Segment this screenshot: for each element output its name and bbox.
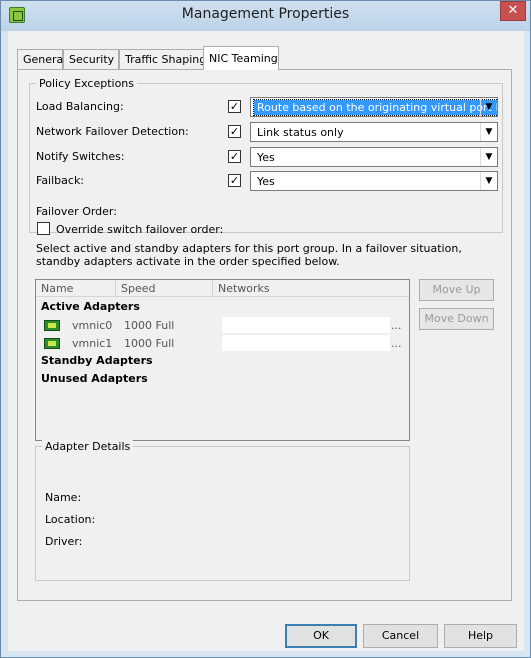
notify-switches-label: Notify Switches: <box>36 150 125 163</box>
failback-select[interactable]: Yes ▼ <box>250 171 498 191</box>
load-balancing-select[interactable]: Route based on the originating virtual p… <box>250 97 498 117</box>
override-failover-label: Override switch failover order: <box>56 223 224 236</box>
standby-adapters-heading: Standby Adapters <box>41 354 153 367</box>
policy-exceptions-title: Policy Exceptions <box>36 77 138 90</box>
column-header-speed[interactable]: Speed <box>116 280 213 297</box>
cancel-button[interactable]: Cancel <box>363 624 438 648</box>
chevron-down-icon[interactable]: ▼ <box>480 123 497 141</box>
adapter-name: vmnic1 <box>72 337 113 350</box>
tab-nic-teaming[interactable]: NIC Teaming <box>203 46 279 70</box>
notify-switches-checkbox[interactable]: ✓ <box>228 150 241 163</box>
network-failover-detection-checkbox[interactable]: ✓ <box>228 125 241 138</box>
failback-label: Failback: <box>36 174 85 187</box>
adapter-row[interactable]: vmnic0 1000 Full ... <box>36 317 409 335</box>
adapter-name: vmnic0 <box>72 319 113 332</box>
redacted-block <box>222 317 390 333</box>
network-failover-detection-label: Network Failover Detection: <box>36 125 189 138</box>
failback-checkbox[interactable]: ✓ <box>228 174 241 187</box>
adapter-networks: ... <box>391 337 402 350</box>
network-failover-detection-value: Link status only <box>257 126 344 139</box>
detail-name-label: Name: <box>45 491 82 504</box>
chevron-down-icon[interactable]: ▼ <box>480 98 497 116</box>
close-button[interactable]: ✕ <box>500 1 526 21</box>
adapter-details-title: Adapter Details <box>42 440 134 453</box>
failback-value: Yes <box>257 175 275 188</box>
column-header-networks[interactable]: Networks <box>213 280 410 297</box>
column-header-name[interactable]: Name <box>36 280 116 297</box>
load-balancing-value: Route based on the originating virtual p… <box>252 99 497 116</box>
detail-location-label: Location: <box>45 513 96 526</box>
adapter-speed: 1000 Full <box>124 319 175 332</box>
detail-driver-label: Driver: <box>45 535 83 548</box>
ok-button[interactable]: OK <box>285 624 357 648</box>
title-bar[interactable]: Management Properties ✕ <box>1 1 530 31</box>
adapter-list-header: Name Speed Networks <box>36 280 409 297</box>
network-adapter-icon <box>44 320 60 331</box>
failover-order-label: Failover Order: <box>36 205 117 218</box>
redacted-block <box>222 335 390 351</box>
nic-teaming-panel: Policy Exceptions Load Balancing: ✓ Rout… <box>17 69 512 601</box>
adapter-networks: ... <box>391 319 402 332</box>
window-title: Management Properties <box>181 6 350 22</box>
notify-switches-select[interactable]: Yes ▼ <box>250 147 498 167</box>
move-down-button[interactable]: Move Down <box>419 308 494 330</box>
adapter-speed: 1000 Full <box>124 337 175 350</box>
tab-traffic-shaping[interactable]: Traffic Shaping <box>119 49 206 69</box>
move-up-button[interactable]: Move Up <box>419 279 494 301</box>
tab-security[interactable]: Security <box>63 49 119 69</box>
tab-general[interactable]: General <box>17 49 66 69</box>
dialog-body: General Security Traffic Shaping NIC Tea… <box>8 31 524 651</box>
load-balancing-checkbox[interactable]: ✓ <box>228 100 241 113</box>
load-balancing-label: Load Balancing: <box>36 100 124 113</box>
notify-switches-value: Yes <box>257 151 275 164</box>
network-failover-detection-select[interactable]: Link status only ▼ <box>250 122 498 142</box>
failover-description: Select active and standby adapters for t… <box>36 242 462 268</box>
network-adapter-icon <box>44 338 60 349</box>
unused-adapters-heading: Unused Adapters <box>41 372 148 385</box>
override-failover-checkbox[interactable] <box>37 222 50 235</box>
chevron-down-icon[interactable]: ▼ <box>480 172 497 190</box>
active-adapters-heading: Active Adapters <box>41 300 140 313</box>
adapter-list[interactable]: Name Speed Networks Active Adapters vmni… <box>35 279 410 441</box>
adapter-row[interactable]: vmnic1 1000 Full ... <box>36 335 409 353</box>
dialog-window: Management Properties ✕ General Security… <box>0 0 531 658</box>
chevron-down-icon[interactable]: ▼ <box>480 148 497 166</box>
help-button[interactable]: Help <box>444 624 517 648</box>
